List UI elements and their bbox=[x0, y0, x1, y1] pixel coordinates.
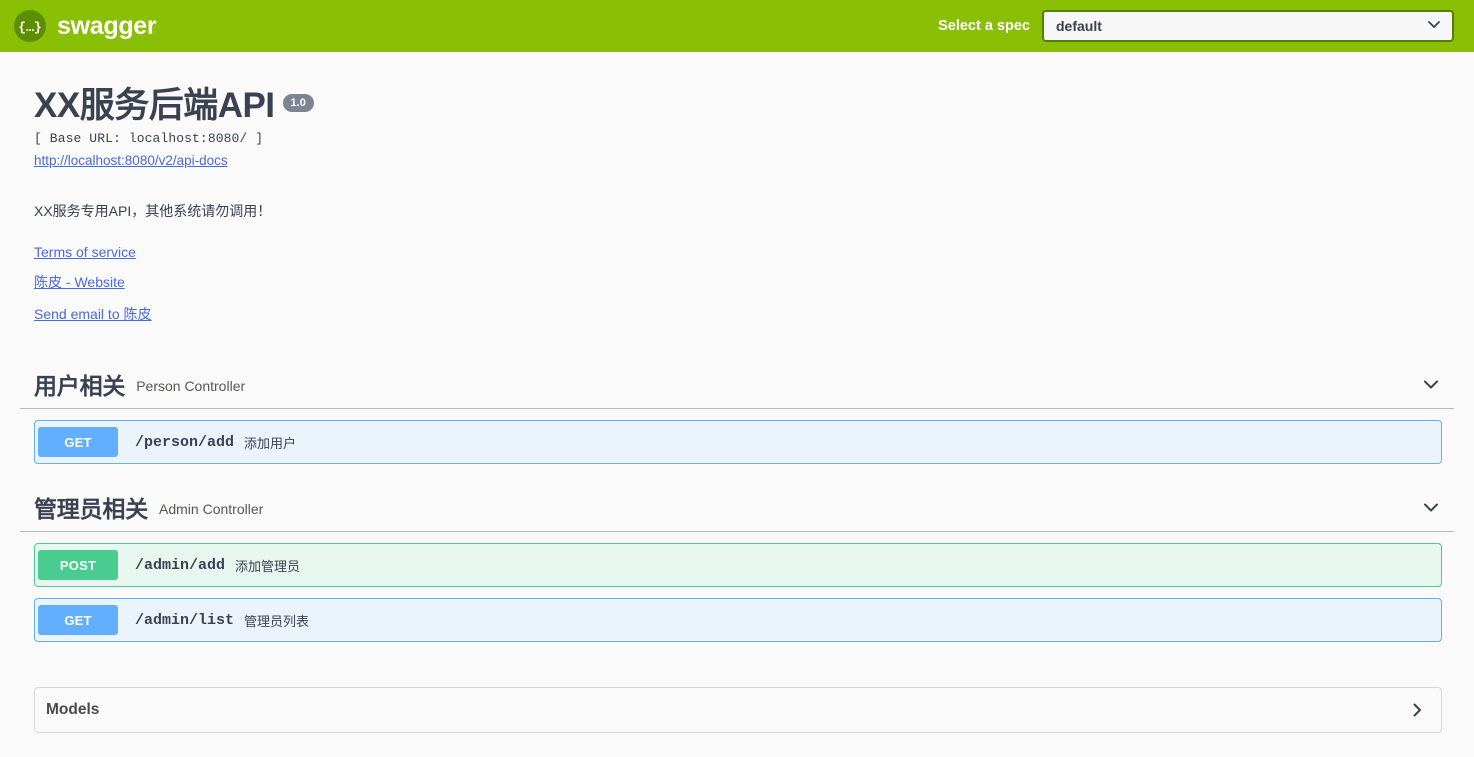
operation-summary: 添加用户 bbox=[244, 435, 297, 451]
operation-list-admin: POST /admin/add 添加管理员 GET /admin/list 管理… bbox=[20, 543, 1454, 643]
tag-header-person[interactable]: 用户相关 Person Controller bbox=[20, 360, 1454, 410]
operation-get-person-add[interactable]: GET /person/add 添加用户 bbox=[34, 420, 1442, 465]
spec-select-value: default bbox=[1056, 18, 1102, 34]
website-link[interactable]: 陈皮 - Website bbox=[34, 272, 125, 292]
tag-description: Admin Controller bbox=[159, 501, 264, 518]
operation-path: /admin/add bbox=[135, 556, 226, 574]
contact-email-link[interactable]: Send email to 陈皮 bbox=[34, 304, 152, 324]
operation-post-admin-add[interactable]: POST /admin/add 添加管理员 bbox=[34, 543, 1442, 588]
tag-header-admin[interactable]: 管理员相关 Admin Controller bbox=[20, 483, 1454, 533]
base-url: [ Base URL: localhost:8080/ ] bbox=[34, 131, 264, 147]
topbar: {…} swagger Select a spec default bbox=[0, 0, 1474, 52]
api-info: XX服务后端API 1.0 [ Base URL: localhost:8080… bbox=[20, 52, 1454, 324]
version-badge: 1.0 bbox=[282, 94, 314, 113]
models-section[interactable]: Models bbox=[34, 687, 1442, 734]
method-badge: GET bbox=[38, 605, 118, 636]
svg-text:{…}: {…} bbox=[19, 20, 41, 35]
operation-get-admin-list[interactable]: GET /admin/list 管理员列表 bbox=[34, 598, 1442, 643]
operation-path: /admin/list bbox=[135, 611, 235, 629]
page-title: XX服务后端API bbox=[34, 86, 275, 125]
chevron-right-icon[interactable] bbox=[1407, 700, 1427, 720]
info-links: Terms of service 陈皮 - Website Send email… bbox=[34, 244, 1454, 324]
spec-select[interactable]: default bbox=[1042, 10, 1454, 42]
method-badge: GET bbox=[38, 427, 118, 458]
spec-selector-group: Select a spec default bbox=[938, 10, 1454, 42]
operation-path: /person/add bbox=[135, 433, 235, 451]
chevron-down-icon bbox=[1426, 16, 1442, 37]
tag-section-admin: 管理员相关 Admin Controller POST /admin/add 添… bbox=[20, 483, 1454, 643]
method-badge: POST bbox=[38, 550, 118, 581]
page-body: XX服务后端API 1.0 [ Base URL: localhost:8080… bbox=[0, 52, 1474, 734]
chevron-down-icon[interactable] bbox=[1420, 373, 1442, 395]
title-row: XX服务后端API 1.0 bbox=[34, 86, 1454, 126]
api-description: XX服务专用API，其他系统请勿调用！ bbox=[34, 203, 272, 220]
swagger-logo[interactable]: {…} swagger bbox=[14, 10, 157, 42]
select-a-spec-label: Select a spec bbox=[938, 18, 1030, 34]
swagger-logo-text: swagger bbox=[57, 11, 157, 40]
tag-description: Person Controller bbox=[136, 378, 246, 395]
swagger-braces-icon: {…} bbox=[14, 10, 46, 42]
operation-summary: 添加管理员 bbox=[235, 558, 301, 574]
tag-name: 用户相关 bbox=[34, 373, 126, 400]
api-docs-link[interactable]: http://localhost:8080/v2/api-docs bbox=[34, 153, 228, 168]
operation-summary: 管理员列表 bbox=[244, 613, 310, 629]
models-title: Models bbox=[46, 701, 100, 719]
tag-name: 管理员相关 bbox=[34, 496, 149, 523]
chevron-down-icon[interactable] bbox=[1420, 496, 1442, 518]
operation-list-person: GET /person/add 添加用户 bbox=[20, 420, 1454, 465]
terms-of-service-link[interactable]: Terms of service bbox=[34, 244, 136, 260]
tag-section-person: 用户相关 Person Controller GET /person/add 添… bbox=[20, 360, 1454, 465]
